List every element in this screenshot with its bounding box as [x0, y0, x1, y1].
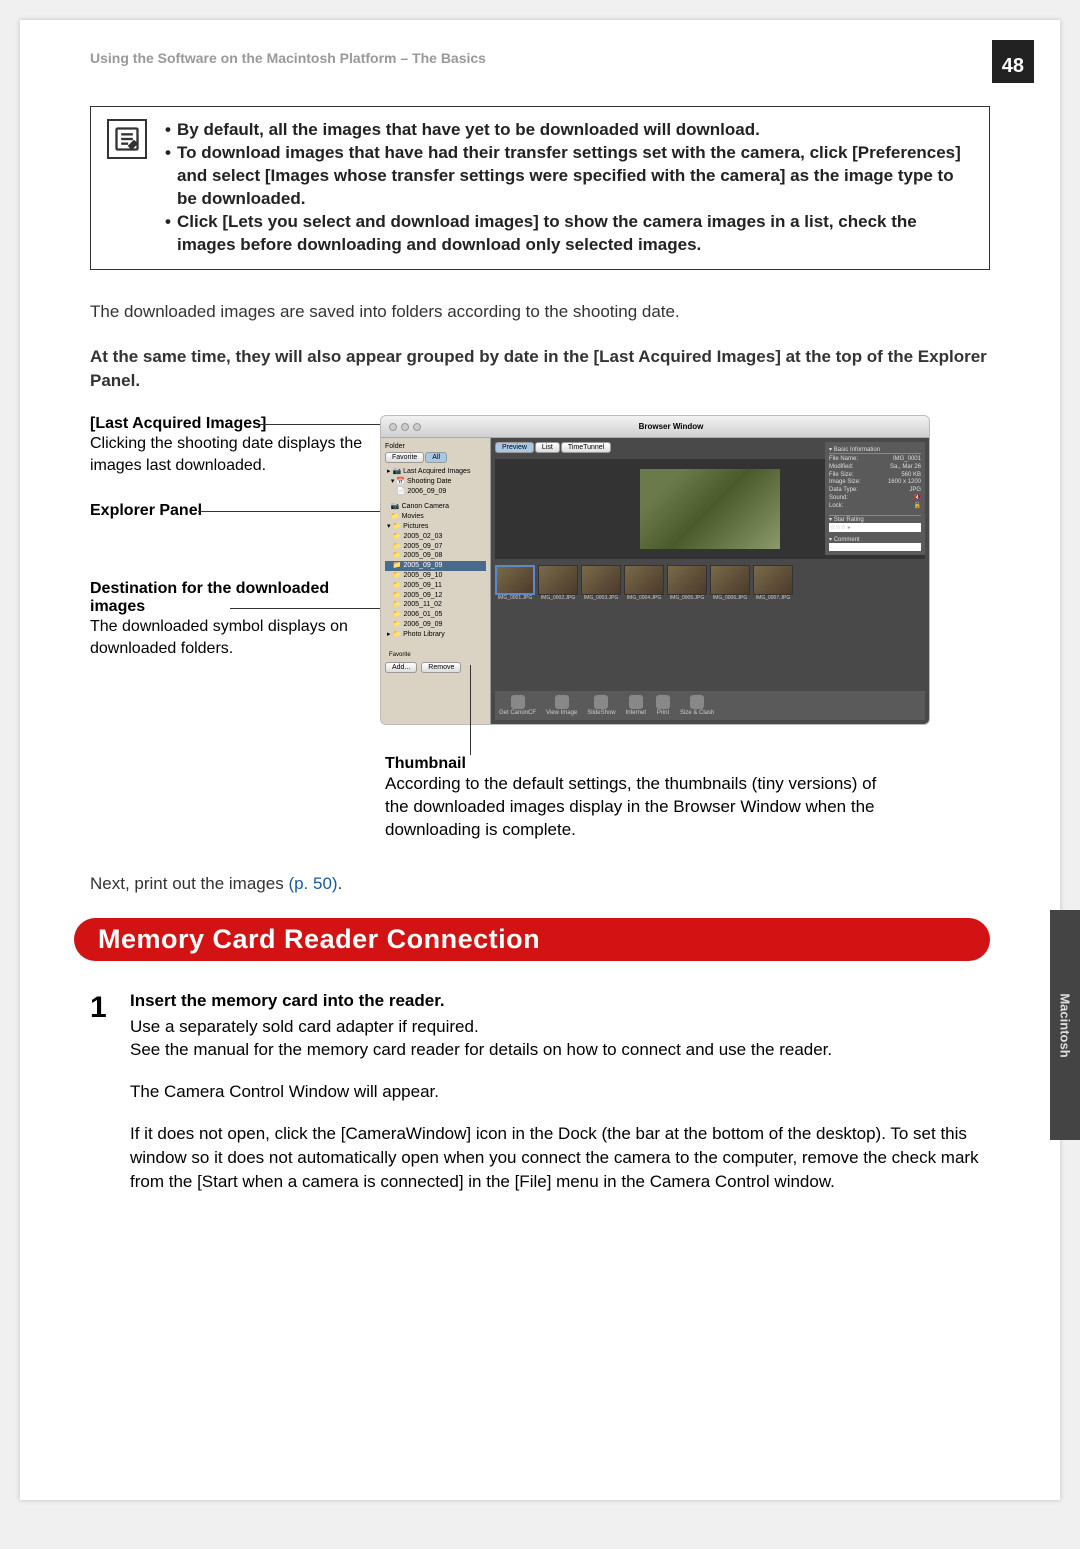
sidebar-shooting-date[interactable]: ▾ 📅 Shooting Date	[385, 477, 486, 487]
sidebar-movies[interactable]: 📁 Movies	[385, 512, 486, 522]
sidebar-folder[interactable]: 📁 2006_09_09	[385, 620, 486, 630]
page-number: 48	[992, 40, 1034, 83]
sidebar-folder[interactable]: 📁 2006_01_05	[385, 610, 486, 620]
paragraph: The downloaded images are saved into fol…	[90, 300, 990, 324]
next-print-text: Next, print out the images (p. 50).	[90, 872, 990, 896]
page-link[interactable]: (p. 50)	[288, 874, 337, 893]
view-tab-list[interactable]: List	[535, 442, 560, 453]
traffic-light-icon	[389, 423, 397, 431]
step-number: 1	[90, 991, 130, 1212]
sidebar-folder[interactable]: 📁 2005_09_11	[385, 581, 486, 591]
sidebar-pictures[interactable]: ▾ 📁 Pictures	[385, 522, 486, 532]
sidebar-last-acquired[interactable]: ▸ 📷 Last Acquired Images	[385, 467, 486, 477]
thumbnail[interactable]: IMG_0005.JPG	[667, 565, 707, 601]
view-tab-timetunnel[interactable]: TimeTunnel	[561, 442, 611, 453]
get-canon-button[interactable]: Get CanonCF	[499, 695, 536, 716]
thumbnail[interactable]: IMG_0004.JPG	[624, 565, 664, 601]
sidebar-folder[interactable]: 📁 2005_11_02	[385, 600, 486, 610]
thumbnail[interactable]: IMG_0002.JPG	[538, 565, 578, 601]
sidebar-folder-selected[interactable]: 📁 2005_09_09	[385, 561, 486, 571]
diagram-label-last-acquired: [Last Acquired Images]	[90, 415, 364, 433]
callout-item: By default, all the images that have yet…	[165, 119, 973, 142]
thumbnail[interactable]: IMG_0003.JPG	[581, 565, 621, 601]
tab-all[interactable]: All	[425, 452, 447, 463]
diagram-desc: According to the default settings, the t…	[385, 773, 885, 842]
info-panel: ▾ Basic Information File Name:IMG_0001 M…	[825, 442, 925, 555]
section-heading: Memory Card Reader Connection	[74, 918, 990, 961]
sidebar-folder[interactable]: 📁 2005_09_08	[385, 551, 486, 561]
callout-item: Click [Lets you select and download imag…	[165, 211, 973, 257]
diagram-label-destination: Destination for the downloaded images	[90, 580, 364, 616]
step-text: Use a separately sold card adapter if re…	[130, 1015, 990, 1063]
traffic-light-icon	[413, 423, 421, 431]
step-text: The Camera Control Window will appear.	[130, 1080, 990, 1104]
diagram-label-thumbnail: Thumbnail	[385, 755, 466, 773]
step-title: Insert the memory card into the reader.	[130, 991, 990, 1011]
window-title: Browser Window	[639, 422, 704, 431]
diagram-desc: The downloaded symbol displays on downlo…	[90, 616, 364, 659]
traffic-light-icon	[401, 423, 409, 431]
thumbnail[interactable]: IMG_0007.JPG	[753, 565, 793, 601]
step-text: If it does not open, click the [CameraWi…	[130, 1122, 990, 1193]
add-button[interactable]: Add...	[385, 662, 417, 673]
sidebar-folder[interactable]: 📁 2005_02_03	[385, 532, 486, 542]
slideshow-button[interactable]: SlideShow	[587, 695, 615, 716]
note-icon	[107, 119, 147, 159]
print-button[interactable]: Print	[656, 695, 670, 716]
sidebar-photo-library[interactable]: ▸ 📁 Photo Library	[385, 630, 486, 640]
preview-image	[640, 469, 780, 549]
sidebar-folder[interactable]: 📁 2005_09_07	[385, 542, 486, 552]
browser-window-screenshot: Browser Window Folder Favorite All ▸ 📷 L…	[380, 415, 930, 725]
internet-button[interactable]: Internet	[626, 695, 646, 716]
sidebar-canon-camera[interactable]: 📷 Canon Camera	[385, 502, 486, 512]
diagram-label-explorer: Explorer Panel	[90, 502, 364, 520]
note-callout: By default, all the images that have yet…	[90, 106, 990, 270]
tab-favorite[interactable]: Favorite	[385, 452, 424, 463]
sidebar-date-item[interactable]: 📄 2006_09_09	[385, 487, 486, 497]
paragraph-bold: At the same time, they will also appear …	[90, 345, 990, 393]
size-fit-button[interactable]: Size & Clash	[680, 695, 714, 716]
folder-label: Folder	[385, 443, 486, 450]
diagram-desc: Clicking the shooting date displays the …	[90, 433, 364, 476]
thumbnail[interactable]: IMG_0006.JPG	[710, 565, 750, 601]
remove-button[interactable]: Remove	[421, 662, 461, 673]
page-section-title: Using the Software on the Macintosh Plat…	[90, 50, 486, 66]
sidebar-folder[interactable]: 📁 2005_09_12	[385, 591, 486, 601]
view-image-button[interactable]: View Image	[546, 695, 577, 716]
favorite-label: Favorite	[389, 652, 411, 658]
view-tab-preview[interactable]: Preview	[495, 442, 534, 453]
sidebar-folder[interactable]: 📁 2005_09_10	[385, 571, 486, 581]
callout-item: To download images that have had their t…	[165, 142, 973, 211]
thumbnail[interactable]: IMG_0001.JPG	[495, 565, 535, 601]
side-tab-macintosh: Macintosh	[1050, 910, 1080, 1140]
action-toolbar: Get CanonCF View Image SlideShow Interne…	[495, 691, 925, 720]
